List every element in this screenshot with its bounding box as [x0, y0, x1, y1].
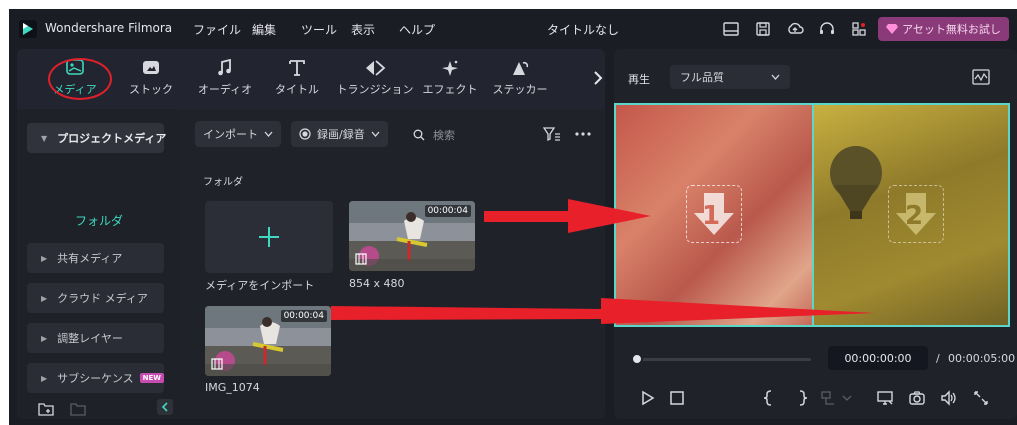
annotation-arrows-overlay: [331, 199, 875, 324]
annotation-arrow-1: [484, 199, 651, 233]
annotation-arrow-2: [331, 298, 875, 324]
